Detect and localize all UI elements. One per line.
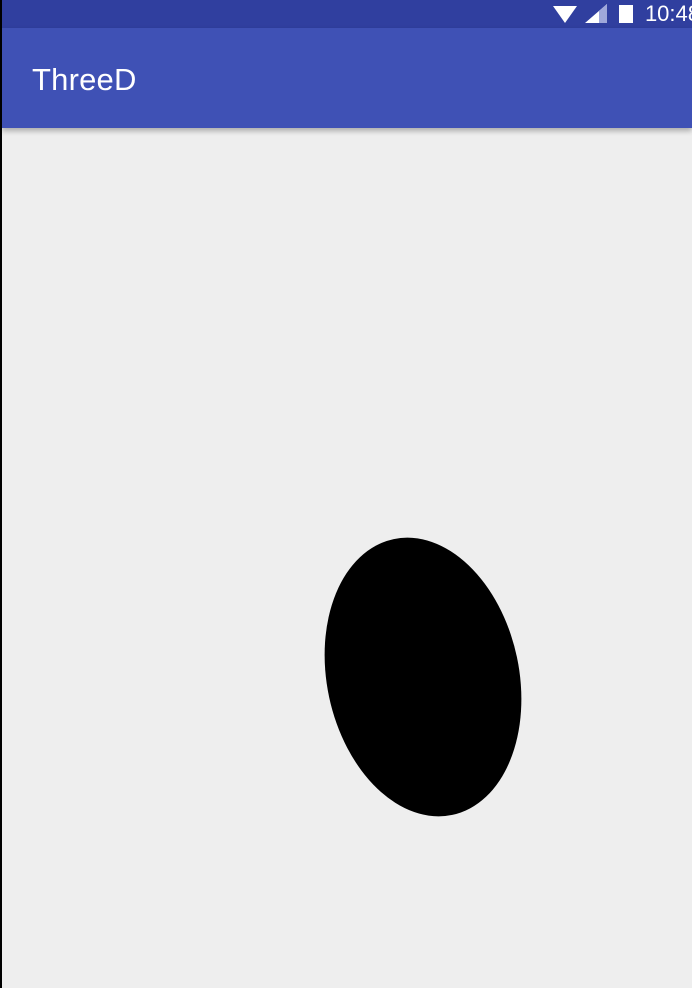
status-icons: 10:48 (552, 0, 692, 28)
status-bar: 10:48 (2, 0, 692, 28)
black-ellipse (324, 537, 522, 817)
app-title: ThreeD (32, 62, 137, 97)
app-screen: 10:48 ThreeD (2, 0, 692, 988)
canvas (324, 537, 522, 817)
battery-icon (618, 5, 633, 23)
wifi-icon (552, 6, 577, 23)
status-time: 10:48 (644, 1, 692, 26)
app-bar: ThreeD (2, 28, 692, 128)
signal-icon (584, 4, 607, 23)
content-area (2, 128, 692, 988)
